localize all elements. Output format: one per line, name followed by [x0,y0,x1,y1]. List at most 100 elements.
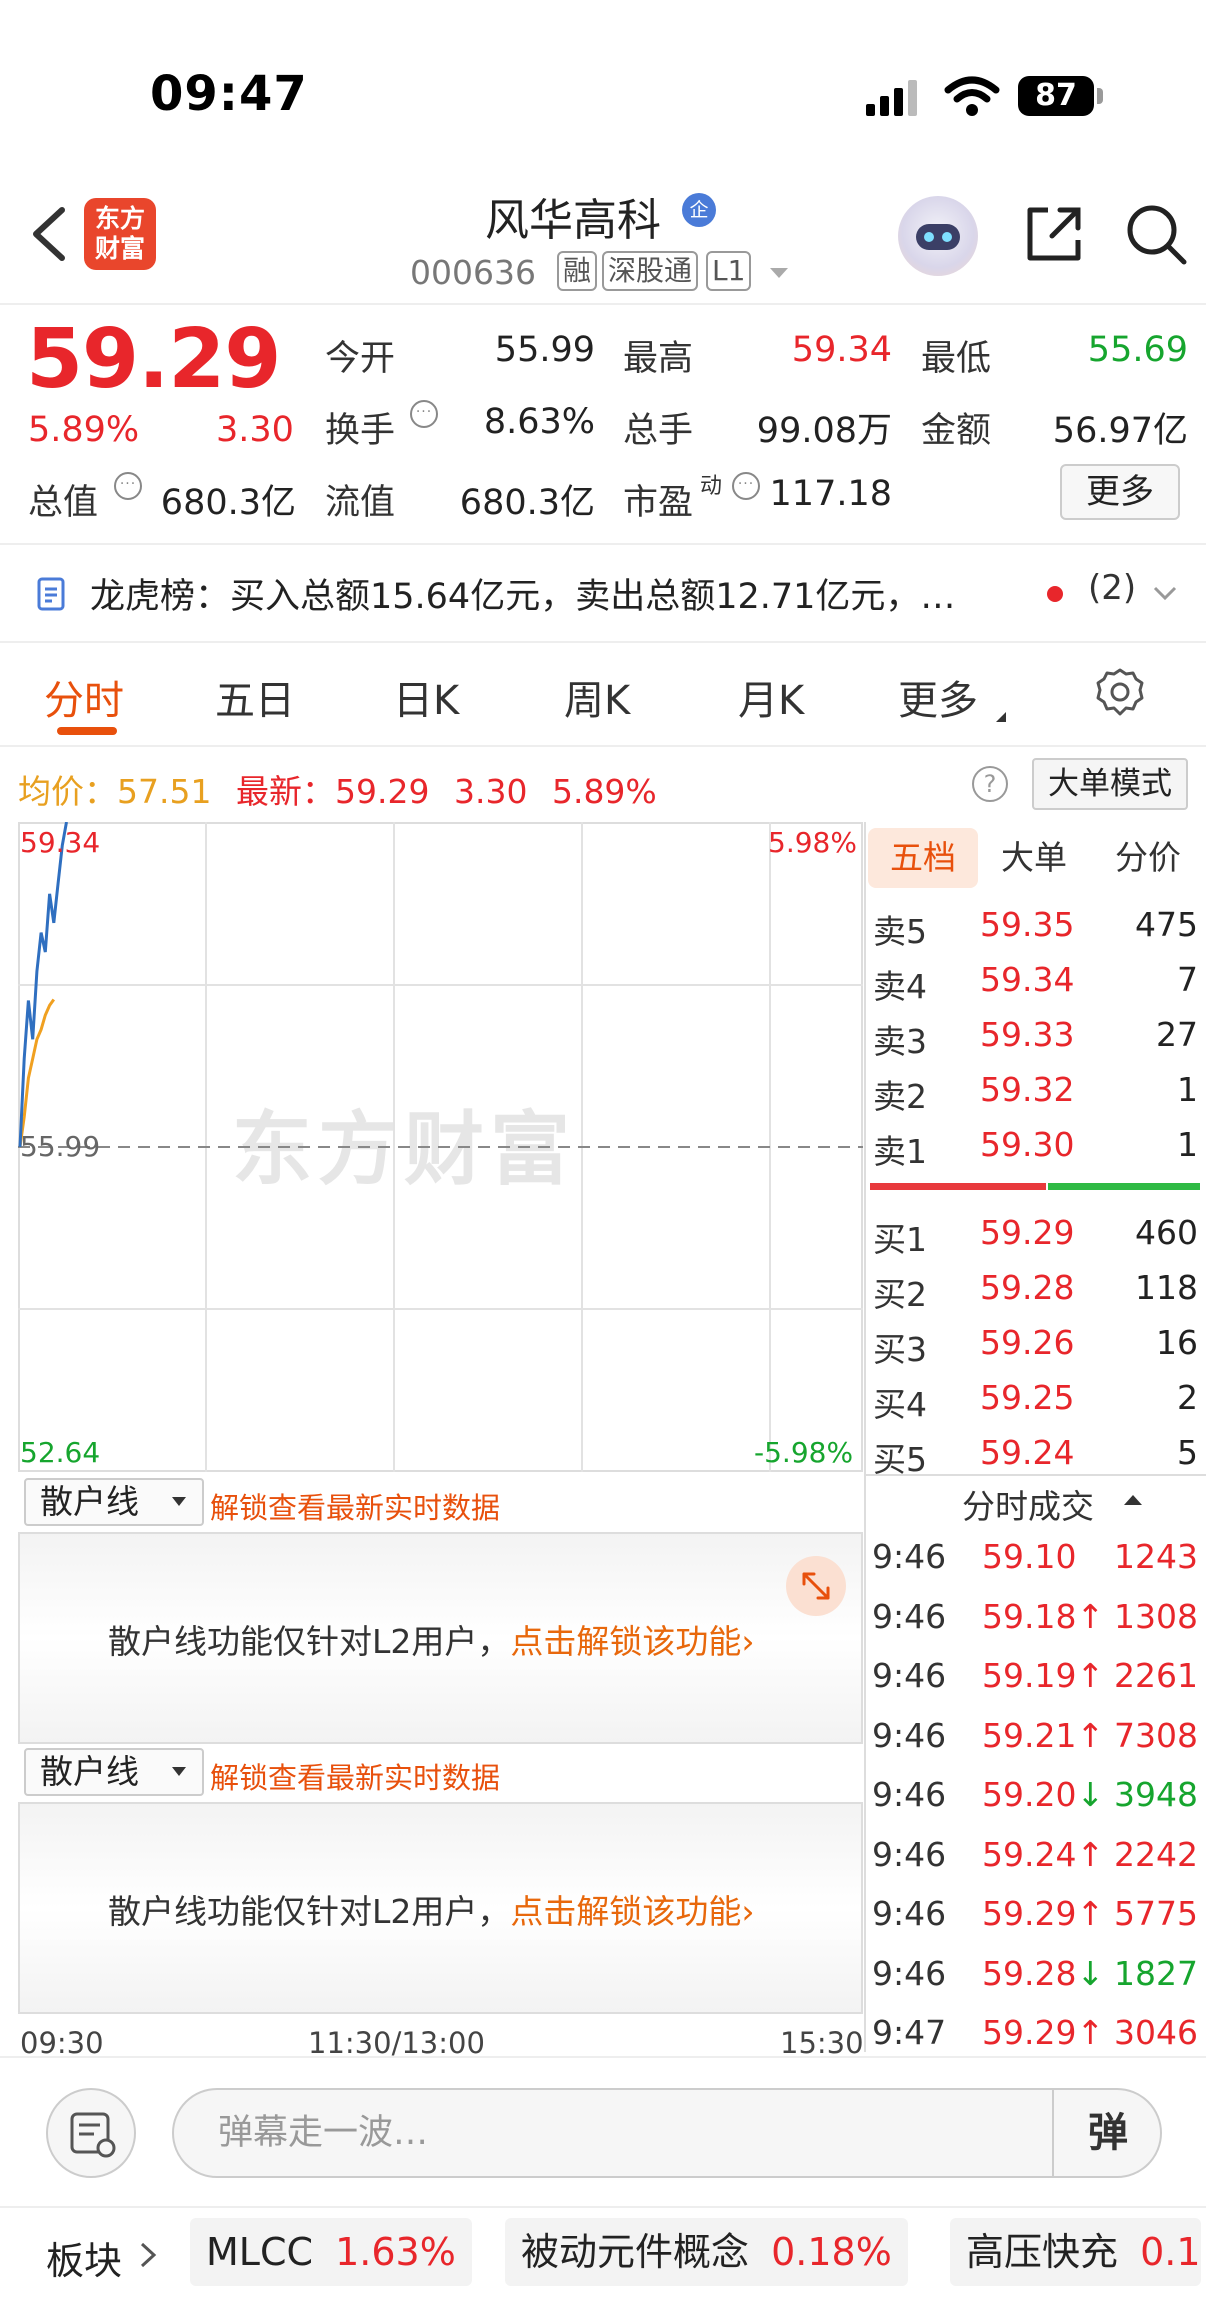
turnover-info-icon[interactable]: ··· [410,400,438,428]
bid-volume: 118 [1135,1268,1198,1307]
bid-price: 59.29 [980,1213,1075,1252]
avg-price-line [18,998,56,1148]
turnover-label: 换手 [325,411,396,451]
arrow-up-icon: ↑ [1076,1597,1105,1636]
document-icon [37,577,65,611]
x-mid-label: 11:30/13:00 [308,2026,485,2060]
amount-label: 金额 [921,411,992,451]
ask-price: 59.34 [980,960,1075,999]
danmu-toggle-button[interactable]: 弹 [1052,2088,1162,2178]
bid-volume: 5 [1177,1433,1198,1472]
bid-volume: 16 [1156,1323,1198,1362]
unlock-feature-link[interactable]: 点击解锁该功能 [510,1892,741,1931]
chevron-right-icon: › [741,1622,755,1661]
arrow-up-icon: ↑ [1076,1656,1105,1695]
chevron-down-icon[interactable] [1150,578,1180,608]
danmu-input[interactable]: 弹幕走一波… [172,2088,1162,2178]
pe-dynamic-sup: 动 [700,474,723,499]
tick-price: 59.28↓ [982,1954,1105,1993]
tab-price-distribution[interactable]: 分价 [1106,828,1190,888]
pe-info-icon[interactable]: ··· [732,472,760,500]
ask-volume: 27 [1156,1015,1198,1054]
ask-price: 59.33 [980,1015,1075,1054]
note-icon[interactable] [46,2088,136,2178]
sector-chip[interactable]: 高压快充 0.1 [950,2218,1201,2286]
tab-daily-k[interactable]: 日K [393,668,459,726]
tick-volume: 3948 [1114,1775,1198,1814]
ask-volume: 1 [1177,1070,1198,1109]
ticks-header[interactable]: 分时成交 [962,1480,1094,1528]
more-quote-button[interactable]: 更多 [1060,464,1180,520]
tick-time: 9:46 [872,1954,947,1993]
x-start-label: 09:30 [20,2026,104,2060]
y-bottom-label: 52.64 [20,1436,101,1469]
change-amount: 3.30 [216,410,294,450]
tick-price: 59.21↑ [982,1716,1105,1755]
ask-volume: 475 [1135,905,1198,944]
arrow-up-icon: ↑ [1076,1894,1105,1933]
arrow-down-icon: ↓ [1076,1775,1105,1814]
tab-five-day[interactable]: 五日 [215,668,295,726]
share-icon[interactable] [1022,202,1086,266]
arrow-up-icon: ↑ [1076,2013,1105,2052]
avg-value: 57.51 [117,772,212,811]
chevron-right-icon[interactable] [136,2240,160,2270]
sort-up-icon[interactable] [1124,1495,1142,1505]
sector-title[interactable]: 板块 [46,2230,122,2285]
sector-pct: 1.63% [335,2230,456,2274]
help-icon[interactable]: ? [972,766,1008,802]
tick-price: 59.10 [982,1537,1077,1576]
change-percent: 5.89% [28,410,140,450]
latest-label: 最新： [235,772,335,811]
big-order-mode-button[interactable]: 大单模式 [1032,758,1188,810]
search-icon[interactable] [1124,202,1188,266]
tab-intraday[interactable]: 分时 [44,668,124,726]
unlock-realtime-link[interactable]: 解锁查看最新实时数据 [210,1755,500,1797]
ticks-divider [866,1474,1206,1476]
retail-msg-text: 散户线功能仅针对L2用户， [108,1892,511,1931]
ask-price: 59.30 [980,1125,1075,1164]
tick-time: 9:46 [872,1835,947,1874]
code-dropdown-icon[interactable] [770,268,788,278]
tag-shenzhen-connect: 深股通 [602,251,699,291]
ask-volume: 7 [1177,960,1198,999]
bid-price: 59.28 [980,1268,1075,1307]
unlock-realtime-link[interactable]: 解锁查看最新实时数据 [210,1485,500,1527]
latest-pct: 5.89% [551,772,657,811]
intraday-chart[interactable] [18,822,863,1472]
tick-price: 59.29↑ [982,2013,1105,2052]
sector-chip[interactable]: MLCC 1.63% [190,2218,472,2286]
arrow-down-icon: ↓ [1076,1954,1105,1993]
avg-label: 均价： [18,772,117,811]
sector-name: 被动元件概念 [521,2230,750,2274]
bid-volume: 2 [1177,1378,1198,1417]
tab-five-levels[interactable]: 五档 [868,828,978,888]
total-cap-info-icon[interactable]: ··· [114,472,142,500]
tab-weekly-k[interactable]: 周K [564,668,630,726]
ask-label: 卖5 [873,912,927,951]
unlock-feature-link[interactable]: 点击解锁该功能 [510,1622,741,1661]
tab-monthly-k[interactable]: 月K [738,668,804,726]
expand-icon[interactable] [786,1556,846,1616]
low-value: 55.69 [1087,330,1188,370]
ask-label: 卖1 [873,1132,927,1171]
tick-time: 9:46 [872,1716,947,1755]
tab-big-orders[interactable]: 大单 [992,828,1076,888]
sector-pct: 0.18% [771,2230,892,2274]
dragon-tiger-text[interactable]: 龙虎榜：买入总额15.64亿元，卖出总额12.71亿元，… [90,568,955,619]
total-cap-label: 总值 [28,483,99,523]
stock-name: 风华高科 [485,195,661,246]
sector-chip[interactable]: 被动元件概念 0.18% [505,2218,908,2286]
tab-more[interactable]: 更多 [898,668,978,726]
orderbook-divider [864,822,866,2052]
volume-value: 99.08万 [756,411,892,451]
avg-price-row: 均价：57.51 最新：59.29 3.30 5.89% [18,765,657,813]
x-end-label: 15:30 [780,2026,864,2060]
back-arrow-icon[interactable] [26,204,76,264]
robot-assistant-icon[interactable] [898,196,978,276]
stock-code[interactable]: 000636 [410,253,536,292]
settings-gear-icon[interactable] [1094,666,1146,718]
dragon-tiger-count: (2) [1088,568,1137,608]
cellular-signal-icon [866,80,917,116]
high-value: 59.34 [791,330,892,370]
